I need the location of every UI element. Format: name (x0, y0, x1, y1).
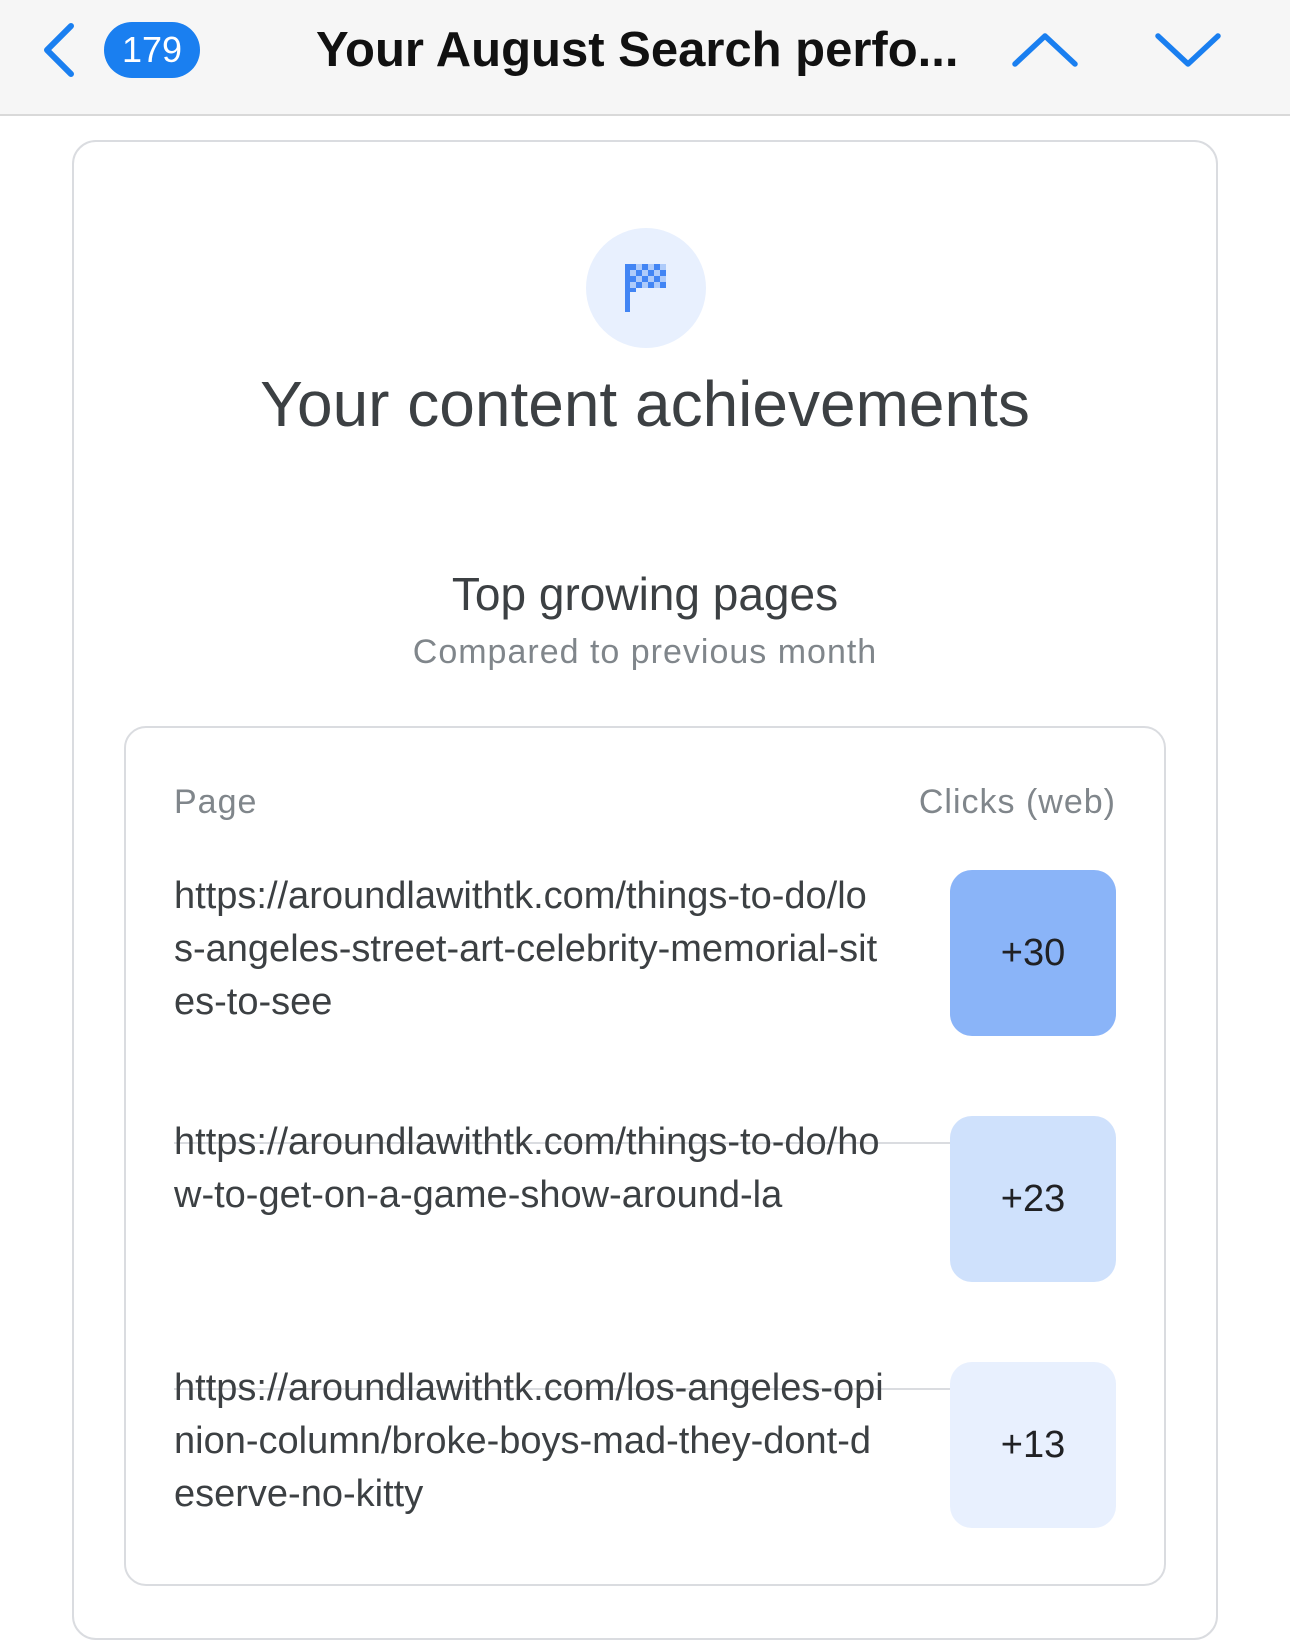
chevron-down-icon (1155, 33, 1221, 67)
top-pages-table: Page Clicks (web) https://aroundlawithtk… (124, 726, 1166, 1586)
previous-message-button[interactable] (1003, 18, 1087, 82)
chevron-up-icon (1012, 33, 1078, 67)
clicks-change-value: +23 (950, 1116, 1116, 1282)
comparison-subtitle: Compared to previous month (412, 633, 878, 671)
mail-navigation-bar: 179 Your August Search perfo... (0, 0, 1290, 116)
page-url-link[interactable]: https://aroundlawithtk.com/los-angeles-o… (174, 1362, 884, 1521)
clicks-column-header: Clicks (web) (918, 783, 1116, 821)
achievements-heading: Your content achievements (260, 368, 1030, 440)
table-row: https://aroundlawithtk.com/things-to-do/… (174, 870, 1116, 1122)
chevron-left-icon (44, 23, 74, 77)
content-achievements-card: Your content achievements Top growing pa… (72, 140, 1218, 1640)
clicks-change-value: +30 (950, 870, 1116, 1036)
page-column-header: Page (174, 783, 258, 821)
message-subject-title: Your August Search perfo... (316, 23, 959, 77)
back-button[interactable] (34, 18, 84, 82)
page-url-link[interactable]: https://aroundlawithtk.com/things-to-do/… (174, 870, 884, 1029)
table-row: https://aroundlawithtk.com/things-to-do/… (174, 1116, 1116, 1368)
unread-count-badge[interactable]: 179 (104, 22, 200, 78)
page-url-link[interactable]: https://aroundlawithtk.com/things-to-do/… (174, 1116, 884, 1222)
table-row: https://aroundlawithtk.com/los-angeles-o… (174, 1362, 1116, 1614)
top-growing-pages-heading: Top growing pages (451, 568, 839, 620)
checkered-flag-icon (625, 264, 666, 312)
next-message-button[interactable] (1146, 18, 1230, 82)
clicks-change-value: +13 (950, 1362, 1116, 1528)
flag-icon-circle (586, 228, 706, 348)
